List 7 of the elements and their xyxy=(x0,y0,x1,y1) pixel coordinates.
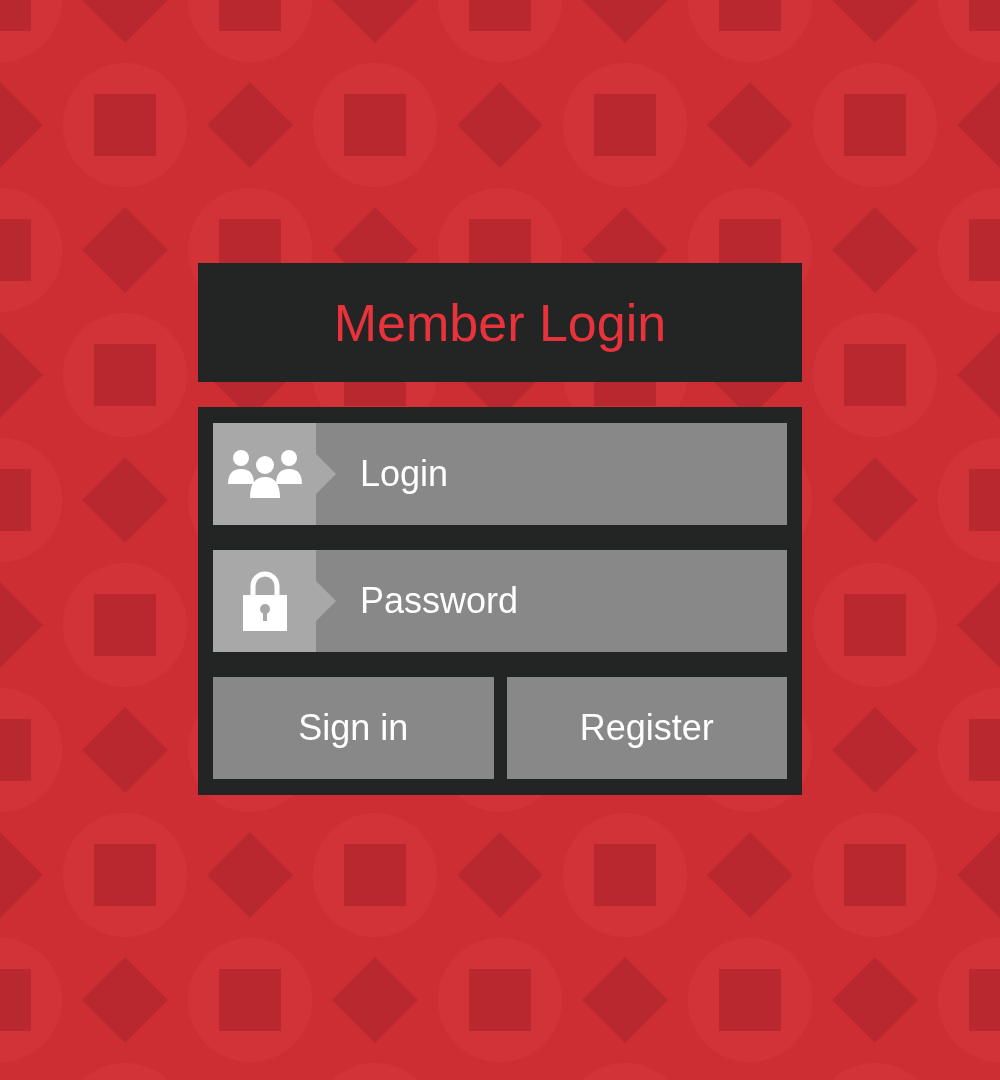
form-title: Member Login xyxy=(333,292,667,353)
sign-in-button[interactable]: Sign in xyxy=(213,677,494,779)
users-icon xyxy=(225,448,304,500)
register-button[interactable]: Register xyxy=(506,677,787,779)
lock-icon xyxy=(242,571,287,631)
login-field[interactable]: Login xyxy=(316,423,787,525)
password-field[interactable]: Password xyxy=(316,550,787,652)
